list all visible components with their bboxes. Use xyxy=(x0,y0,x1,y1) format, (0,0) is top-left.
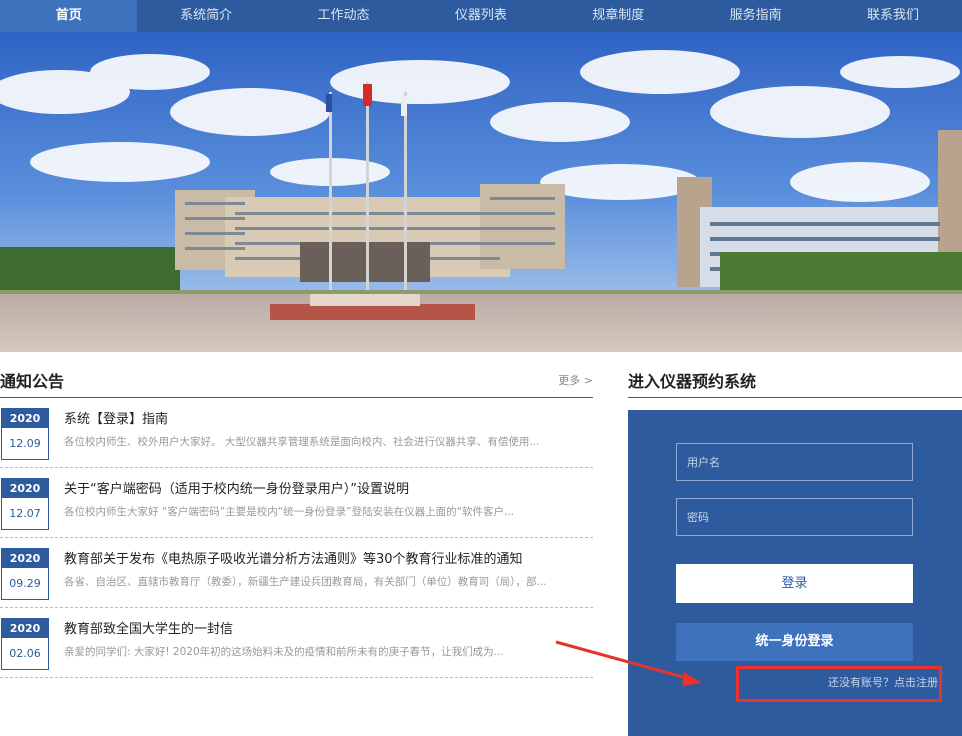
date-badge: 2020 12.09 xyxy=(1,408,49,460)
notice-item[interactable]: 2020 02.06 教育部致全国大学生的一封信 亲爱的同学们: 大家好! 20… xyxy=(0,608,593,678)
nav-item-instruments[interactable]: 仪器列表 xyxy=(412,0,549,32)
notice-title-link[interactable]: 关于“客户端密码（适用于校内统一身份登录用户）”设置说明 xyxy=(64,478,589,497)
nav-item-home[interactable]: 首页 xyxy=(0,0,138,32)
more-link[interactable]: 更多 > xyxy=(558,372,593,388)
login-button[interactable]: 登录 xyxy=(676,564,913,603)
date-month-day: 02.06 xyxy=(9,647,41,660)
notice-title-link[interactable]: 教育部关于发布《电热原子吸收光谱分析方法通则》等30个教育行业标准的通知 xyxy=(64,548,589,567)
notice-title-link[interactable]: 系统【登录】指南 xyxy=(64,408,589,427)
password-input[interactable] xyxy=(676,498,913,536)
notice-item[interactable]: 2020 09.29 教育部关于发布《电热原子吸收光谱分析方法通则》等30个教育… xyxy=(0,538,593,608)
login-header: 进入仪器预约系统 xyxy=(628,366,962,398)
notice-summary: 各位校内师生、校外用户大家好。 大型仪器共享管理系统是面向校内、社会进行仪器共享… xyxy=(64,436,540,448)
nav-item-regulations[interactable]: 规章制度 xyxy=(550,0,687,32)
notice-item[interactable]: 2020 12.09 系统【登录】指南 各位校内师生、校外用户大家好。 大型仪器… xyxy=(0,398,593,468)
sso-login-button[interactable]: 统一身份登录 xyxy=(676,623,913,661)
hero-banner xyxy=(0,32,962,352)
notices-header: 通知公告 更多 > xyxy=(0,366,593,398)
notice-title-link[interactable]: 教育部致全国大学生的一封信 xyxy=(64,618,589,637)
date-month-day: 12.09 xyxy=(9,437,41,450)
date-year: 2020 xyxy=(2,619,48,638)
notices-title: 通知公告 xyxy=(0,372,65,391)
main-nav: 首页 系统简介 工作动态 仪器列表 规章制度 服务指南 联系我们 xyxy=(0,0,962,32)
annotation-highlight-box xyxy=(736,666,942,702)
date-month-day: 09.29 xyxy=(9,577,41,590)
date-month-day: 12.07 xyxy=(9,507,41,520)
date-year: 2020 xyxy=(2,409,48,428)
notice-summary: 各位校内师生大家好 “客户端密码”主要是校内“统一身份登录”登陆安装在仪器上面的… xyxy=(64,506,515,518)
notice-list: 2020 12.09 系统【登录】指南 各位校内师生、校外用户大家好。 大型仪器… xyxy=(0,398,593,678)
login-heading: 进入仪器预约系统 xyxy=(628,372,757,391)
username-input[interactable] xyxy=(676,443,913,481)
nav-item-news[interactable]: 工作动态 xyxy=(275,0,412,32)
date-badge: 2020 02.06 xyxy=(1,618,49,670)
nav-item-service-guide[interactable]: 服务指南 xyxy=(687,0,824,32)
nav-item-contact[interactable]: 联系我们 xyxy=(824,0,961,32)
date-badge: 2020 12.07 xyxy=(1,478,49,530)
date-year: 2020 xyxy=(2,479,48,498)
nav-item-about[interactable]: 系统简介 xyxy=(137,0,274,32)
date-badge: 2020 09.29 xyxy=(1,548,49,600)
notice-summary: 各省、自治区、直辖市教育厅（教委），新疆生产建设兵团教育局，有关部门（单位）教育… xyxy=(64,576,547,588)
campus-photo xyxy=(0,32,962,352)
notice-item[interactable]: 2020 12.07 关于“客户端密码（适用于校内统一身份登录用户）”设置说明 … xyxy=(0,468,593,538)
notice-summary: 亲爱的同学们: 大家好! 2020年初的这场始料未及的疫情和前所未有的庚子春节，… xyxy=(64,646,504,658)
date-year: 2020 xyxy=(2,549,48,568)
